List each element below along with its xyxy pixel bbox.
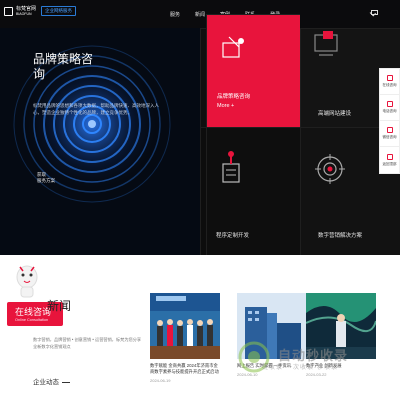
floating-side-panel: 在线咨询 电话咨询 微信咨询 返回顶部 — [379, 68, 400, 174]
side-phone-consult[interactable]: 电话咨询 — [380, 95, 399, 121]
custom-dev-label: 程序定制开发 — [216, 233, 250, 239]
logo-icon — [4, 6, 13, 16]
hero-description: 标梵用品牌的思想和各项大数据，帮助品牌快速、高效地深入人心，塑造企业独特个性化的… — [33, 103, 159, 115]
arrow-up-icon — [386, 153, 393, 160]
nav-item-services[interactable]: 服务 — [170, 11, 180, 18]
more-link[interactable]: More + — [217, 103, 234, 109]
arrow-line-icon — [62, 381, 70, 383]
hero-banner: 品牌策略咨询 标梵用品牌的思想和各项大数据，帮助品牌快速、高效地深入人心，塑造企… — [0, 28, 200, 255]
logo-badge: 企业网络服务 — [41, 6, 77, 16]
online-consult-en: Online Consultation — [15, 318, 49, 322]
get-plan-line2: 服务方案 — [37, 178, 55, 183]
service-card-brand-strategy[interactable]: 品牌策略咨询 More + — [206, 14, 300, 127]
phone-icon — [386, 101, 393, 107]
company-news-link[interactable]: 企业动态 — [33, 376, 70, 386]
mail-icon[interactable] — [371, 10, 378, 15]
site-logo[interactable]: 标梵官网 BIAOFUN 企业网络服务 — [4, 6, 77, 16]
side-online-consult[interactable]: 在线咨询 — [380, 69, 399, 95]
digital-marketing-label: 数字营销解决方案 — [318, 233, 363, 239]
watermark-subtext: 一键收录·一次收录·秒收录 — [255, 365, 338, 371]
digital-marketing-icon — [315, 154, 345, 184]
side-wechat-consult[interactable]: 微信咨询 — [380, 121, 399, 147]
brand-strategy-icon — [222, 36, 244, 58]
wechat-icon — [386, 127, 393, 133]
news-date-1: 2024-06-19 — [150, 378, 171, 383]
chat-icon — [386, 75, 393, 81]
website-icon — [314, 31, 338, 56]
online-consult-cn: 在线咨询 — [15, 307, 52, 317]
custom-dev-icon — [222, 151, 240, 183]
get-plan-button[interactable]: 获取 服务方案 — [37, 172, 55, 184]
mascot-illustration — [16, 265, 38, 298]
news-caption-1: 数字赋能 金商共赢 2024年济南市金商数字素养与技能提升开启正式启动 — [150, 363, 219, 374]
website-label: 高端网站建设 — [318, 111, 352, 117]
top-nav-bar: 标梵官网 BIAOFUN 企业网络服务 服务 新闻 案例 联系 登录 — [0, 0, 400, 28]
news-section: 在线咨询 Online Consultation 新闻 数字营销，品牌营销 • … — [0, 255, 400, 400]
news-image-1 — [150, 293, 220, 359]
news-heading: 新闻 — [47, 299, 72, 313]
logo-en: BIAOFUN — [16, 12, 32, 16]
news-description: 数字营销，品牌营销 • 创意营销 • 运营营销，标梵为您分享全新数字化营销观点 — [33, 337, 142, 349]
side-back-to-top[interactable]: 返回顶部 — [380, 147, 399, 173]
service-card-custom-dev[interactable]: 程序定制开发 — [206, 127, 300, 255]
nav-item-news[interactable]: 新闻 — [195, 11, 205, 18]
brand-strategy-label: 品牌策略咨询 — [217, 94, 251, 100]
hero-title: 品牌策略咨询 — [33, 52, 94, 81]
news-card-1[interactable]: 数字赋能 金商共赢 2024年济南市金商数字素养与技能提升开启正式启动 2024… — [150, 293, 220, 383]
